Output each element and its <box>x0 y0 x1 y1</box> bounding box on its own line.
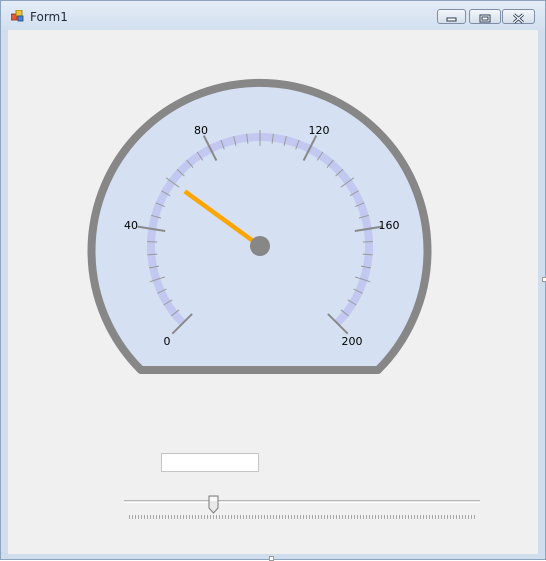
gauge-label-120: 120 <box>309 124 330 137</box>
title-bar[interactable]: Form1 <box>1 1 545 30</box>
form-app-icon <box>11 10 24 22</box>
speedometer-gauge: 0 40 80 120 160 200 <box>8 30 538 380</box>
resize-handle-right[interactable] <box>542 277 546 282</box>
minimize-icon <box>438 12 465 25</box>
close-button[interactable] <box>502 9 535 24</box>
slider-track[interactable] <box>124 500 480 503</box>
form-window: Form1 0 <box>0 0 546 560</box>
gauge-label-40: 40 <box>124 219 138 232</box>
window-title: Form1 <box>30 10 68 24</box>
maximize-icon <box>470 12 500 25</box>
slider-ticks <box>129 515 475 519</box>
form-client-area: 0 40 80 120 160 200 <box>8 30 538 554</box>
resize-handle-bottom[interactable] <box>269 556 274 561</box>
minimize-button[interactable] <box>437 9 466 24</box>
gauge-label-0: 0 <box>164 335 171 348</box>
close-icon <box>503 12 534 25</box>
value-textbox[interactable] <box>161 453 259 472</box>
slider-thumb[interactable] <box>208 495 219 514</box>
gauge-label-200: 200 <box>342 335 363 348</box>
gauge-label-160: 160 <box>379 219 400 232</box>
gauge-hub <box>250 236 270 256</box>
gauge-label-80: 80 <box>194 124 208 137</box>
maximize-button[interactable] <box>469 9 501 24</box>
